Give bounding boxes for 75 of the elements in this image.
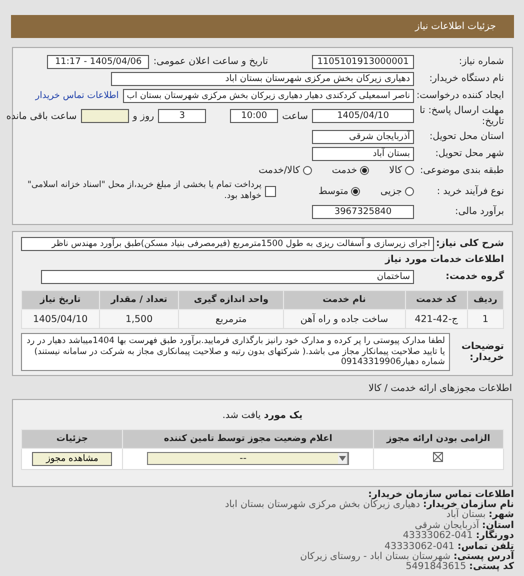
caret-icon: [339, 456, 346, 461]
column-header: واحد اندازه گیری: [178, 290, 284, 310]
deadline-date-field: 1405/04/10: [312, 109, 414, 123]
field-label: گروه خدمت:: [444, 271, 504, 282]
column-header: الزامی بودن ارائه مجوز: [373, 429, 504, 448]
notes-field: لطفا مدارک پیوستی را پر کرده و مدارک خود رانیز بارگذاری فرمایید.برآورد طبق فهرست بها 1404میباشد دهیار در رد یا تایید صلاحیت پیمانکار مجاز می باشد.( شرکتهای بدون رتبه و صلاحیت پیمانکاری مجاز به شرکت در سامانه نیستند) شماره دهیار09143319906: [21, 333, 450, 370]
column-header: اعلام وضعیت مجوز توسط تامین کننده: [122, 429, 374, 448]
table-cell: مترمربع: [178, 310, 284, 328]
buyer-field: دهیاری زیرکان بخش مرکزی شهرستان بستان اباد: [111, 72, 414, 86]
field-label: توضیحات خریدار:: [460, 340, 504, 363]
contact-value: 041-43333062: [384, 540, 454, 552]
buyer-contact-link[interactable]: اطلاعات تماس خریدار: [35, 90, 119, 100]
treasury-checkbox[interactable]: [265, 186, 276, 196]
field-label: شرح کلی نیاز:: [438, 238, 504, 249]
contact-label: آدرس پستی:: [453, 550, 514, 562]
contact-value: آذربایجان شرقی: [414, 520, 480, 531]
table-cell: 1405/04/10: [22, 310, 100, 328]
remaining-label: ساعت باقی مانده: [6, 110, 77, 122]
contact-value: بستان آباد: [446, 509, 486, 520]
contact-label: دورنگار:: [476, 530, 514, 542]
process-radio[interactable]: متوسط: [318, 186, 360, 196]
table-cell: ج-42-421: [405, 310, 468, 328]
contact-label: کد پستی:: [469, 561, 514, 572]
field-label: طبقه بندی موضوعی:: [418, 165, 504, 176]
deadline-time-field: 10:00: [230, 109, 278, 123]
process-radio[interactable]: جزیی: [380, 186, 414, 196]
city-field: بستان آباد: [312, 146, 414, 160]
contact-label: نام سازمان خریدار:: [423, 498, 514, 510]
category-radio[interactable]: خدمت: [332, 165, 370, 176]
column-header: نام خدمت: [283, 290, 406, 310]
contact-label: شهر:: [488, 509, 514, 520]
field-label: نام دستگاه خریدار:: [428, 73, 504, 84]
contact-value: دهیاری زیرکان بخش مرکزی شهرستان بستان اباد: [225, 498, 420, 510]
table-cell: 1,500: [99, 310, 179, 328]
contact-label: تلفن تماس:: [457, 540, 514, 552]
column-header: کد خدمت: [405, 290, 468, 310]
table-cell: ساخت جاده و راه آهن: [283, 310, 406, 328]
announce-date-field: 1405/04/06 - 11:17: [47, 54, 150, 68]
field-label: ایجاد کننده درخواست:: [418, 90, 504, 101]
view-license-button[interactable]: مشاهده مجوز: [32, 452, 112, 466]
contact-title: اطلاعات تماس سازمان خریدار:: [367, 490, 514, 500]
section-heading: اطلاعات مجوزهای ارائه خدمت / کالا: [368, 382, 512, 394]
field-label: شهر محل تحویل:: [434, 148, 504, 159]
time-label: ساعت: [282, 110, 308, 122]
field-label: مهلت ارسال پاسخ: تا تاریخ:: [418, 105, 504, 127]
summary-field: اجرای زیرسازی و آسفالت ریزی به طول 1500مترمربع (فیرمصرفی بنیاد مسکن)طبق برآورد مهندس ناظر: [21, 236, 434, 250]
column-header: تعداد / مقدار: [99, 290, 179, 310]
contact-value: 5491843615: [406, 561, 466, 572]
days-field: 3: [158, 109, 206, 123]
section-heading: اطلاعات خدمات مورد نیاز: [384, 253, 504, 267]
category-radio[interactable]: کالا/خدمت: [258, 165, 312, 176]
field-label: شماره نیاز:: [458, 56, 504, 67]
result-text: یک مورد یافت شد.: [221, 410, 304, 420]
field-label: تاریخ و ساعت اعلان عمومی:: [153, 56, 268, 67]
contact-value: 041-43333062: [402, 530, 473, 542]
province-field: آذربایجان شرقی: [312, 130, 414, 144]
contact-value: شهرستان بستان اباد - روستای زیرکان: [300, 550, 450, 562]
table-cell: 1: [467, 310, 504, 328]
remaining-hours-field: [80, 109, 129, 123]
page-title: جزئیات اطلاعات نیاز: [415, 21, 496, 32]
category-radio[interactable]: کالا: [389, 165, 414, 176]
service-group-field: ساختمان: [41, 270, 414, 284]
contact-label: استان:: [482, 520, 514, 531]
field-label: برآورد مالی:: [454, 206, 504, 217]
need-number-field: 1105101913000001: [312, 54, 414, 68]
column-header: ردیف: [467, 290, 504, 310]
status-dropdown[interactable]: --: [147, 452, 350, 465]
field-label: نوع فرآیند خرید :: [436, 186, 504, 196]
column-header: جزئیات: [22, 429, 123, 448]
requester-field: ناصر اسمعیلی کردکندی دهیار دهیاری زیرکان بخش مرکزی شهرستان بستان اب: [122, 88, 414, 102]
days-label: روز و: [132, 110, 154, 122]
field-label: استان محل تحویل:: [428, 131, 504, 142]
treasury-label: پرداخت تمام یا بخشی از مبلغ خرید،از محل "اسناد خزانه اسلامی" خواهد بود.: [26, 180, 262, 202]
budget-field: 3967325840: [312, 204, 414, 218]
column-header: تاریخ نیاز: [22, 290, 100, 310]
